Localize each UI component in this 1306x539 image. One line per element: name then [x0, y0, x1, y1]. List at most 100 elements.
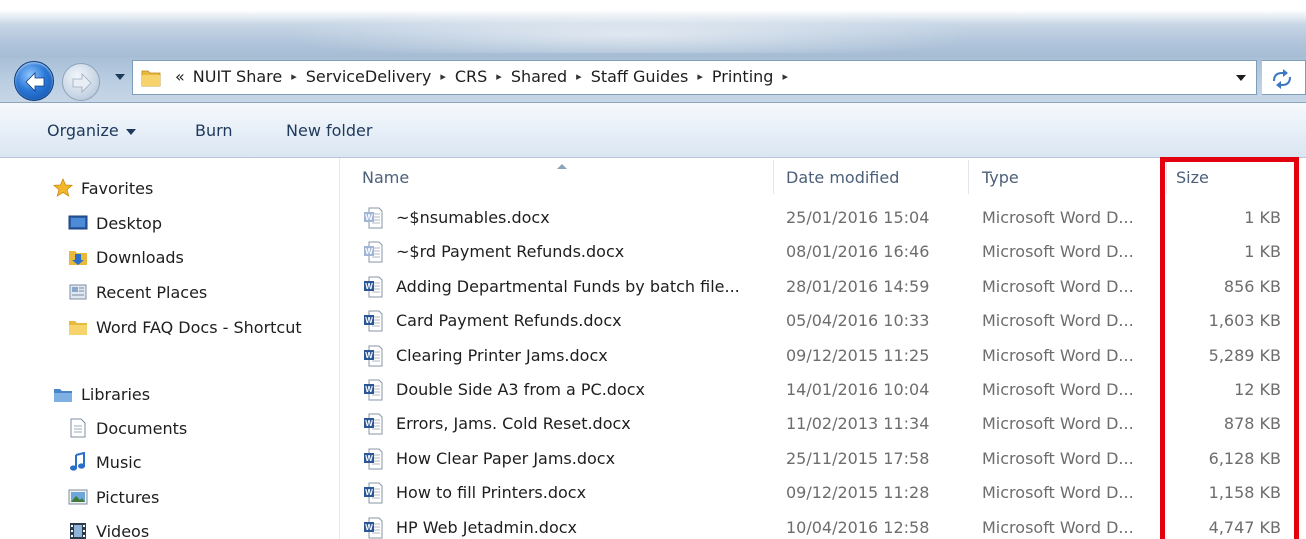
folder-icon: [141, 70, 161, 87]
sort-ascending-icon: [557, 164, 567, 169]
word-document-icon: W: [364, 276, 383, 298]
nav-libraries-label: Libraries: [81, 384, 151, 404]
nav-pictures[interactable]: Pictures: [68, 487, 159, 507]
word-document-icon: W: [364, 482, 383, 504]
file-name: How to fill Printers.docx: [396, 483, 587, 502]
file-type: Microsoft Word D...: [982, 242, 1134, 261]
file-type: Microsoft Word D...: [982, 208, 1134, 227]
nav-videos-label: Videos: [96, 521, 150, 539]
organize-button[interactable]: Organize: [47, 121, 136, 140]
nav-recent-places[interactable]: Recent Places: [68, 282, 207, 302]
breadcrumb-separator-icon[interactable]: ▸: [777, 70, 793, 83]
column-header-type[interactable]: Type: [982, 168, 1019, 187]
address-history-dropdown-icon[interactable]: [1236, 73, 1246, 83]
recent-pages-dropdown-icon[interactable]: [113, 70, 127, 84]
column-header-name[interactable]: Name: [362, 168, 409, 187]
svg-text:W: W: [365, 316, 373, 325]
column-divider[interactable]: [773, 160, 774, 194]
file-type: Microsoft Word D...: [982, 380, 1134, 399]
nav-music[interactable]: Music: [68, 452, 142, 472]
file-date-modified: 09/12/2015 11:25: [786, 346, 930, 365]
burn-button[interactable]: Burn: [195, 121, 233, 140]
breadcrumb-separator-icon[interactable]: ▸: [692, 70, 708, 83]
new-folder-button[interactable]: New folder: [286, 121, 372, 140]
desktop-icon: [68, 215, 88, 230]
nav-favorites[interactable]: Favorites: [53, 178, 153, 198]
file-type: Microsoft Word D...: [982, 483, 1134, 502]
file-name: How Clear Paper Jams.docx: [396, 449, 616, 468]
nav-desktop[interactable]: Desktop: [68, 213, 162, 233]
file-type: Microsoft Word D...: [982, 449, 1134, 468]
nav-downloads-label: Downloads: [96, 247, 184, 267]
nav-documents[interactable]: Documents: [68, 418, 187, 438]
nav-downloads[interactable]: Downloads: [68, 247, 184, 267]
file-type: Microsoft Word D...: [982, 311, 1134, 330]
chevron-down-icon: [125, 128, 136, 135]
breadcrumb-staff-guides[interactable]: Staff Guides: [587, 67, 693, 86]
file-date-modified: 28/01/2016 14:59: [786, 277, 930, 296]
breadcrumb: « NUIT Share ▸ ServiceDelivery ▸ CRS ▸ S…: [171, 67, 793, 86]
breadcrumb-separator-icon[interactable]: ▸: [491, 70, 507, 83]
column-divider[interactable]: [968, 160, 969, 194]
file-date-modified: 09/12/2015 11:28: [786, 483, 930, 502]
pictures-icon: [68, 489, 88, 505]
svg-text:W: W: [365, 488, 373, 497]
navigation-pane: [0, 158, 340, 539]
organize-label: Organize: [47, 121, 119, 140]
command-bar: Organize Burn New folder: [0, 103, 1306, 158]
file-name: ~$rd Payment Refunds.docx: [396, 242, 625, 261]
column-header-date-modified[interactable]: Date modified: [786, 168, 899, 187]
address-bar[interactable]: « NUIT Share ▸ ServiceDelivery ▸ CRS ▸ S…: [132, 60, 1257, 95]
breadcrumb-separator-icon[interactable]: ▸: [435, 70, 451, 83]
word-document-icon: W: [364, 517, 383, 539]
breadcrumb-printing[interactable]: Printing: [708, 67, 778, 86]
film-strip-icon: [70, 523, 86, 539]
word-document-icon: W: [364, 241, 383, 263]
file-type: Microsoft Word D...: [982, 518, 1134, 537]
file-date-modified: 08/01/2016 16:46: [786, 242, 930, 261]
nav-word-faq-docs-shortcut[interactable]: Word FAQ Docs - Shortcut: [68, 317, 302, 337]
svg-text:W: W: [365, 351, 373, 360]
music-note-icon: [70, 452, 85, 471]
file-type: Microsoft Word D...: [982, 346, 1134, 365]
file-date-modified: 05/04/2016 10:33: [786, 311, 930, 330]
nav-libraries[interactable]: Libraries: [53, 384, 150, 404]
file-date-modified: 25/01/2016 15:04: [786, 208, 930, 227]
window-title-bar: [0, 0, 1306, 57]
breadcrumb-nuit-share[interactable]: NUIT Share: [189, 67, 286, 86]
recent-places-icon: [69, 284, 87, 300]
svg-text:W: W: [365, 419, 373, 428]
forward-arrow-icon: [72, 73, 92, 93]
svg-text:W: W: [365, 454, 373, 463]
back-arrow-icon: [25, 72, 45, 92]
documents-icon: [70, 418, 86, 438]
file-date-modified: 10/04/2016 12:58: [786, 518, 930, 537]
word-document-icon: W: [364, 345, 383, 367]
file-name: Double Side A3 from a PC.docx: [396, 380, 646, 399]
downloads-folder-icon: [69, 251, 87, 265]
word-document-icon: W: [364, 310, 383, 332]
breadcrumb-overflow[interactable]: «: [171, 67, 189, 86]
nav-music-label: Music: [96, 452, 142, 472]
word-document-icon: W: [364, 379, 383, 401]
file-type: Microsoft Word D...: [982, 277, 1134, 296]
svg-text:W: W: [365, 282, 373, 291]
breadcrumb-separator-icon[interactable]: ▸: [571, 70, 587, 83]
refresh-button[interactable]: [1262, 60, 1306, 95]
svg-text:W: W: [365, 247, 373, 256]
nav-documents-label: Documents: [96, 418, 188, 438]
file-date-modified: 11/02/2013 11:34: [786, 414, 930, 433]
forward-button[interactable]: [62, 63, 100, 101]
breadcrumb-servicedelivery[interactable]: ServiceDelivery: [302, 67, 436, 86]
word-document-icon: W: [364, 207, 383, 229]
file-type: Microsoft Word D...: [982, 414, 1134, 433]
file-name: Errors, Jams. Cold Reset.docx: [396, 414, 631, 433]
file-name: ~$nsumables.docx: [396, 208, 550, 227]
back-button[interactable]: [14, 61, 54, 101]
nav-pictures-label: Pictures: [96, 487, 160, 507]
nav-videos[interactable]: Videos: [68, 521, 149, 539]
star-icon: [53, 178, 73, 197]
breadcrumb-shared[interactable]: Shared: [507, 67, 571, 86]
breadcrumb-crs[interactable]: CRS: [451, 67, 491, 86]
breadcrumb-separator-icon[interactable]: ▸: [286, 70, 302, 83]
